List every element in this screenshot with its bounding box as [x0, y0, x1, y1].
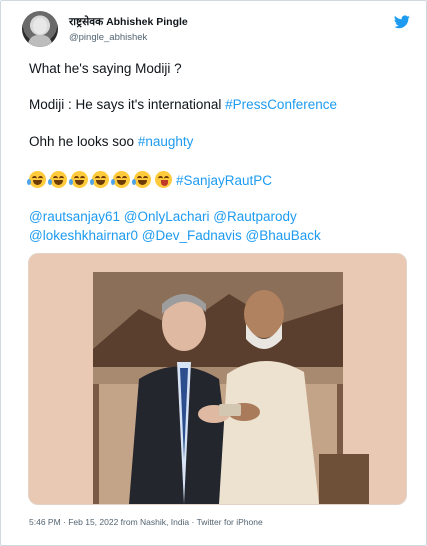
tweet-line-3: Ohh he looks soo #naughty — [29, 133, 409, 151]
hashtag-naughty[interactable]: #naughty — [138, 134, 194, 149]
tweet-line-1: What he's saying Modiji ? — [29, 61, 182, 76]
winking-tongue-icon — [155, 171, 172, 188]
author-handle[interactable]: @pingle_abhishek — [69, 32, 147, 43]
tweet-line-2-text: Modiji : He says it's international — [29, 97, 226, 112]
tweet-line-2: Modiji : He says it's international #Pre… — [29, 96, 409, 114]
photo-illustration — [93, 272, 369, 504]
tears-of-joy-icon — [27, 171, 46, 188]
hashtag-pressconference[interactable]: #PressConference — [225, 97, 337, 112]
tears-of-joy-icon — [48, 171, 67, 188]
twitter-bird-icon[interactable] — [394, 15, 410, 29]
hashtag-sanjayrautpc[interactable]: #SanjayRautPC — [176, 173, 272, 188]
tweet-photo[interactable] — [28, 253, 407, 505]
author-avatar[interactable] — [22, 11, 58, 47]
avatar-body — [28, 35, 52, 47]
author-display-name[interactable]: राष्ट्रसेवक Abhishek Pingle — [69, 15, 188, 29]
tweet-line-3-text: Ohh he looks soo — [29, 134, 138, 149]
avatar-face — [33, 18, 47, 34]
tweet-card: राष्ट्रसेवक Abhishek Pingle @pingle_abhi… — [0, 0, 427, 546]
tears-of-joy-icon — [90, 171, 109, 188]
tears-of-joy-icon — [132, 171, 151, 188]
tweet-timestamp[interactable]: 5:46 PM · Feb 15, 2022 from Nashik, Indi… — [29, 517, 263, 527]
emoji-line: #SanjayRautPC — [27, 171, 409, 190]
mentions-line-2[interactable]: @lokeshkhairnar0 @Dev_Fadnavis @BhauBack — [29, 227, 409, 245]
tears-of-joy-icon — [69, 171, 88, 188]
tears-of-joy-icon — [111, 171, 130, 188]
mentions-line-1[interactable]: @rautsanjay61 @OnlyLachari @Rautparody — [29, 208, 409, 226]
